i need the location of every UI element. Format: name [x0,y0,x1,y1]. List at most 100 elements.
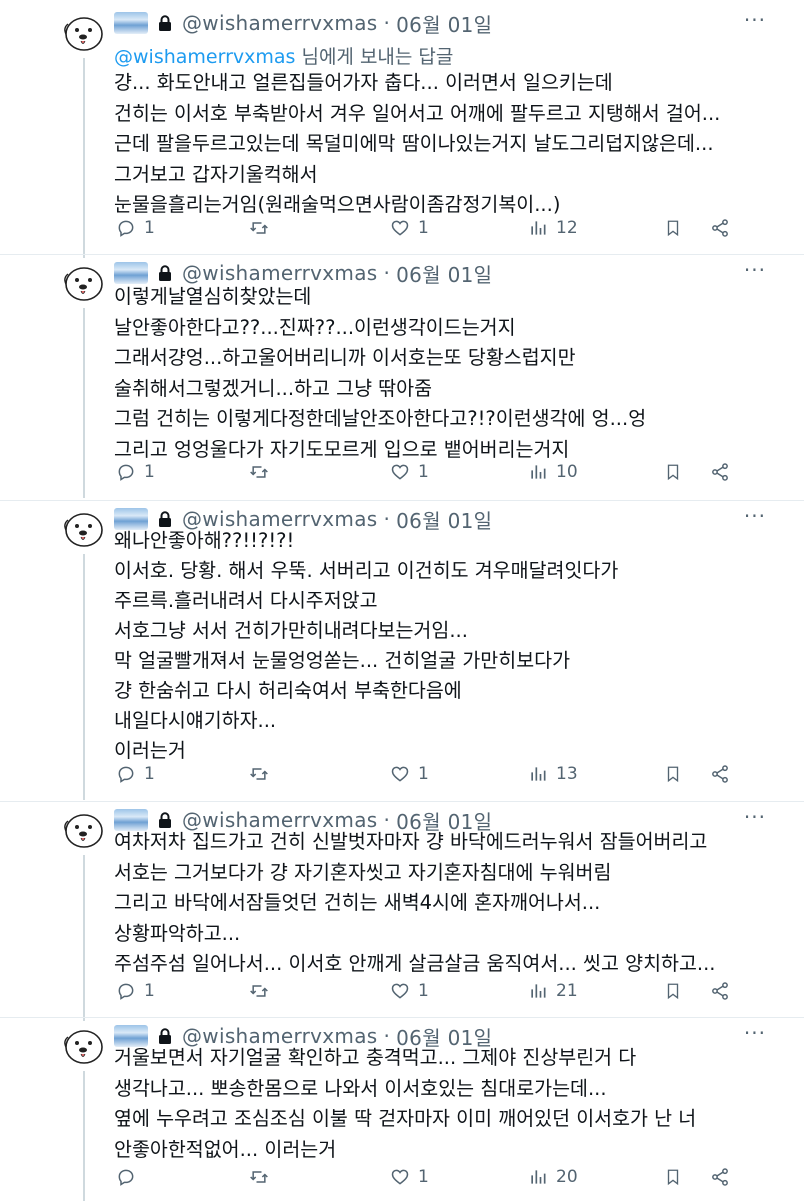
lock-icon [158,811,172,829]
more-icon[interactable]: ··· [744,1021,766,1045]
reply-button[interactable]: 1 [116,981,155,1001]
share-button[interactable] [710,764,730,784]
retweet-icon [250,466,268,478]
bookmark-button[interactable] [664,764,682,784]
like-button[interactable]: 1 [390,218,429,238]
tweet-line: 이서호. 당황. 해서 우뚝. 서버리고 이건히도 겨우매달려잇다가 [114,559,619,582]
tweet-line: 그리고 엉엉울다가 자기도모르게 입으로 뱉어버리는거지 [114,437,570,461]
seal-avatar[interactable] [62,260,106,304]
tweet-2[interactable]: @wishamerrvxmas · 06월 01일 ··· 이렇게날열심히찾았는… [0,256,804,498]
views-count: 21 [556,981,578,1001]
tweet-line: 술취해서그렇겠거니...하고 그냥 딲아줌 [114,376,433,400]
like-count: 1 [418,764,429,784]
tweet-line: 여차저차 집드가고 건히 신발벗자마자 걍 바닥에드러누워서 잠들어버리고 [114,830,708,853]
tweet-3[interactable]: @wishamerrvxmas · 06월 01일 ··· 왜나안좋아해??!!… [0,502,804,800]
tweet-line: 이러는거 [114,739,186,762]
tweet-line: 근데 팔을두르고있는데 목덜미에막 땀이나있는거지 날도그리덥지않은데... [114,132,714,155]
views-chart-icon [531,984,546,998]
bookmark-icon [667,983,679,1000]
reply-count: 1 [144,981,155,1001]
views-button[interactable]: 10 [528,462,578,482]
views-count: 20 [556,1167,578,1187]
tweet-line: 주섬주섬 일어나서... 이서호 안깨게 살금살금 움직여서... 씻고 양치하… [114,952,716,975]
tweet-line: 그럼 건히는 이렇게다정한데날안조아한다고?!?이런생각에 엉...엉 [114,407,647,430]
seal-avatar[interactable] [62,807,106,851]
like-button[interactable]: 1 [390,462,429,482]
tweet-date[interactable]: 06월 01일 [396,9,492,38]
share-icon [712,765,728,783]
bookmark-button[interactable] [664,218,682,238]
more-icon[interactable]: ··· [744,258,766,282]
seal-avatar[interactable] [62,1023,106,1067]
seal-avatar[interactable] [62,506,106,550]
tweet-line: 서호그냥 서서 건히가만히내려다보는거임... [114,619,468,642]
share-icon [712,219,728,237]
tweet-line: 그래서걍엉...하고울어버리니까 이서호는또 당황스럽지만 [114,346,576,369]
tweet-line: 왜나안좋아해??!!?!?! [114,529,295,552]
tweet-text: 거울보면서 자기얼굴 확인하고 충격먹고... 그제야 진상부린거 다 생각나고… [114,1043,696,1165]
views-button[interactable]: 12 [528,218,578,238]
tweet-line: 상황파악하고... [114,921,241,945]
tweet-line: 눈물을흘리는거임(원래술먹으면사람이좀감정기복이...) [114,193,561,216]
dot-separator: · [383,11,391,35]
tweet-line: 서호는 그거보다가 걍 자기혼자씻고 자기혼자침대에 누워버림 [114,860,612,884]
tweet-4[interactable]: @wishamerrvxmas · 06월 01일 ··· 여차저차 집드가고 … [0,803,804,1021]
retweet-button[interactable] [248,1167,278,1187]
heart-icon [391,1169,409,1185]
more-icon[interactable]: ··· [744,8,766,32]
like-button[interactable]: 1 [390,1167,429,1187]
action-bar: 1 1 12 [114,218,736,246]
share-button[interactable] [710,1167,730,1187]
divider [0,254,804,255]
views-chart-icon [531,1170,546,1184]
reply-to-handle[interactable]: @wishamerrvxmas [114,46,295,68]
tweet-line: 내일다시얘기하자... [114,709,277,732]
views-button[interactable]: 20 [528,1167,578,1187]
tweet-text: 여차저차 집드가고 건히 신발벗자마자 걍 바닥에드러누워서 잠들어버리고 서호… [114,827,716,980]
heart-icon [391,464,409,480]
reply-button[interactable]: 1 [116,218,155,238]
tweet-line: 안좋아한적없어... 이러는거 [114,1137,337,1161]
action-bar: 1 1 21 [114,981,736,1009]
retweet-button[interactable] [248,462,278,482]
like-count: 1 [418,218,429,238]
heart-icon [391,983,409,999]
reply-icon [118,464,134,481]
bookmark-button[interactable] [664,981,682,1001]
tweet-5[interactable]: @wishamerrvxmas · 06월 01일 ··· 거울보면서 자기얼굴… [0,1019,804,1201]
retweet-icon [250,1171,268,1183]
lock-icon [158,510,172,528]
views-button[interactable]: 13 [528,764,578,784]
share-icon [712,982,728,1000]
reply-button[interactable]: 1 [116,462,155,482]
tweet-line: 생각나고... 뽀송한몸으로 나와서 이서호있는 침대로가는데... [114,1076,607,1100]
share-button[interactable] [710,218,730,238]
bookmark-button[interactable] [664,462,682,482]
retweet-button[interactable] [248,218,278,238]
retweet-button[interactable] [248,981,278,1001]
like-button[interactable]: 1 [390,764,429,784]
tweet-header: @wishamerrvxmas · 06월 01일 [114,6,492,40]
seal-avatar[interactable] [62,10,106,54]
share-button[interactable] [710,462,730,482]
tweet-text: 걍... 화도안내고 얼른집들어가자 춥다... 이러면서 일으키는데 건히는 … [114,68,720,221]
more-icon[interactable]: ··· [744,504,766,528]
more-icon[interactable]: ··· [744,805,766,829]
bookmark-icon [667,220,679,237]
thread-connector [83,855,85,1021]
tweet-line: 걍 한숨쉬고 다시 허리숙여서 부축한다음에 [114,679,462,702]
reply-button[interactable]: 1 [116,764,155,784]
reply-button[interactable] [116,1167,144,1187]
tweet-1[interactable]: @wishamerrvxmas · 06월 01일 ··· @wishamerr… [0,6,804,258]
author-handle[interactable]: @wishamerrvxmas [182,11,377,35]
like-count: 1 [418,1167,429,1187]
views-button[interactable]: 21 [528,981,578,1001]
divider [0,500,804,501]
like-button[interactable]: 1 [390,981,429,1001]
share-button[interactable] [710,981,730,1001]
sky-banner-icon [114,262,148,284]
bookmark-button[interactable] [664,1167,682,1187]
lock-icon [158,264,172,282]
bookmark-icon [667,766,679,783]
retweet-button[interactable] [248,764,278,784]
